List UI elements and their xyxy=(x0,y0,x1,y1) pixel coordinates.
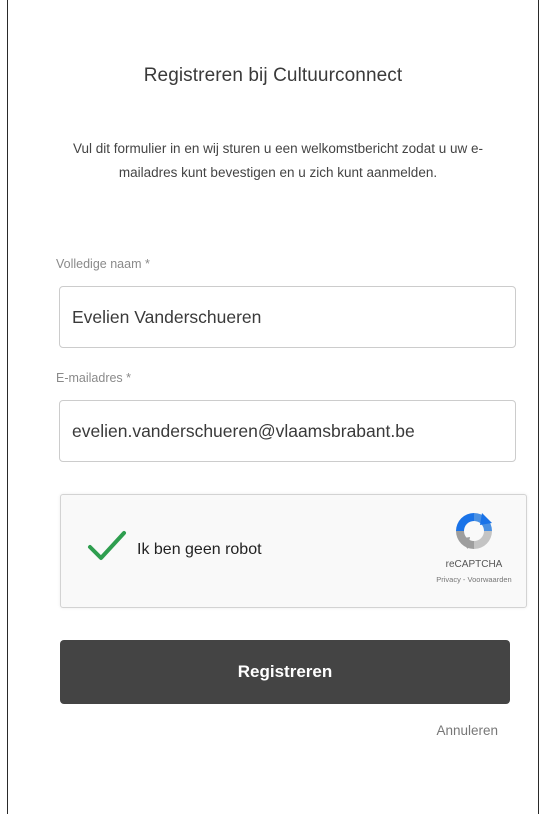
page: Registreren bij Cultuurconnect Vul dit f… xyxy=(0,0,541,814)
form-title: Registreren bij Cultuurconnect xyxy=(143,65,403,86)
full-name-label: Volledige naam * xyxy=(56,257,150,271)
recaptcha-brand: reCAPTCHA xyxy=(445,559,503,570)
recaptcha-checkbox[interactable] xyxy=(87,529,127,563)
recaptcha-terms-link[interactable]: Privacy - Voorwaarden xyxy=(436,575,512,584)
recaptcha-icon xyxy=(456,513,492,549)
cancel-link[interactable]: Annuleren xyxy=(436,723,498,738)
register-button[interactable]: Registreren xyxy=(60,640,510,704)
full-name-input[interactable] xyxy=(59,286,516,348)
recaptcha-widget: Ik ben geen robot reCAPTCHA Privacy - Vo… xyxy=(60,494,527,608)
registration-panel: Registreren bij Cultuurconnect Vul dit f… xyxy=(7,0,539,814)
intro-text: Vul dit formulier in en wij sturen u een… xyxy=(73,141,483,180)
recaptcha-logo: reCAPTCHA Privacy - Voorwaarden xyxy=(436,509,512,584)
checkmark-icon xyxy=(88,531,126,560)
recaptcha-label: Ik ben geen robot xyxy=(137,541,262,558)
email-input[interactable] xyxy=(59,400,516,462)
email-label: E-mailadres * xyxy=(56,371,132,385)
